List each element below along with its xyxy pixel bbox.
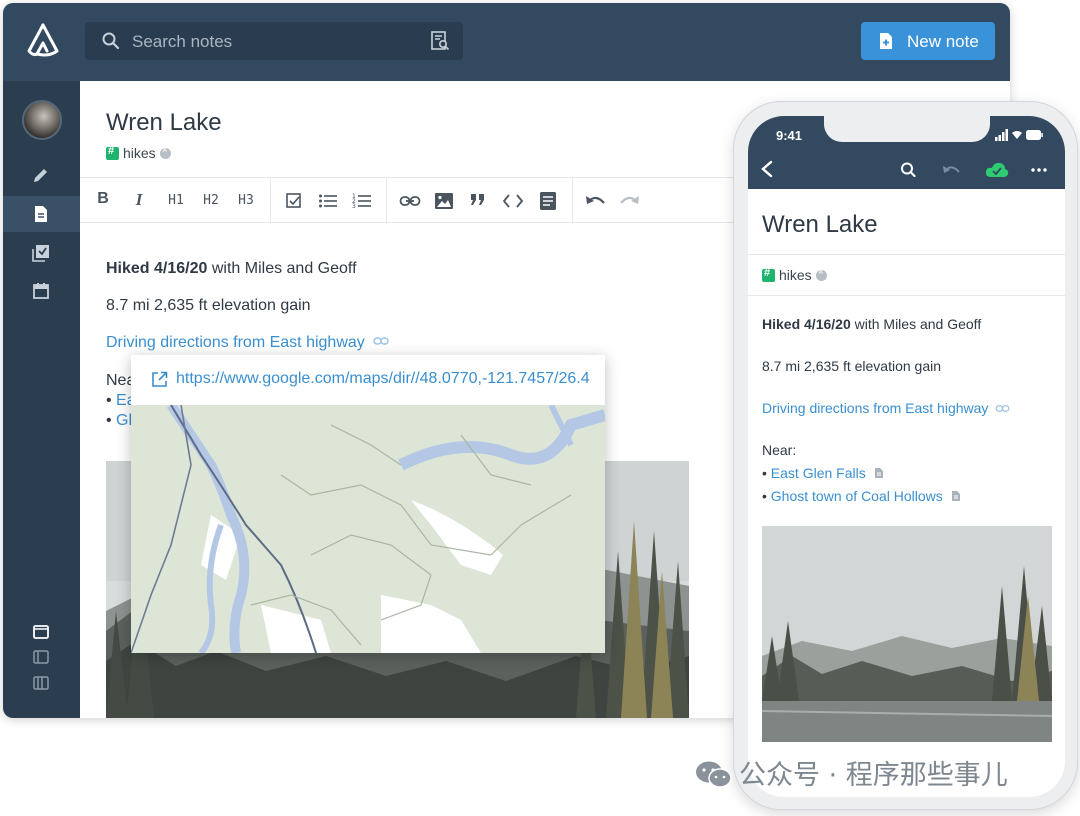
phone-lake-photo	[762, 526, 1052, 742]
watermark-text: 公众号 · 程序那些事儿	[739, 760, 1008, 791]
three-pane-icon	[33, 676, 49, 690]
new-note-icon	[880, 33, 892, 49]
tag-label: hikes	[123, 145, 156, 161]
heading3-button[interactable]: H3	[236, 193, 256, 215]
phone-undo-icon[interactable]	[942, 161, 962, 179]
note-embed-icon[interactable]	[539, 191, 557, 211]
tag-remove-icon[interactable]	[815, 267, 827, 281]
link-preview-header: https://www.google.com/maps/dir//48.0770…	[131, 355, 605, 405]
back-icon[interactable]	[760, 160, 774, 178]
svg-text:3: 3	[352, 203, 356, 210]
note-line-hiked: Hiked 4/16/20 with Miles and Geoff	[106, 260, 357, 278]
app-logo-icon[interactable]	[23, 21, 63, 61]
phone-hiked-date: Hiked 4/16/20	[762, 316, 851, 332]
toolbar-divider	[270, 178, 271, 224]
search-options-icon[interactable]	[429, 30, 451, 52]
tasks-icon	[32, 245, 49, 262]
new-note-label: New note	[907, 32, 979, 51]
new-note-button[interactable]: New note	[861, 22, 995, 60]
screenshot: Search notes New note Wren Lake #hikes× …	[0, 0, 1080, 816]
top-bar: Search notes New note	[3, 3, 1010, 81]
phone-notch	[824, 116, 990, 142]
phone-mockup: 9:41 Wren Lake #hikes× Hiked 4/16/20 wit…	[733, 101, 1078, 810]
heading2-button[interactable]: H2	[201, 193, 221, 215]
note-icon	[35, 206, 47, 222]
phone-near-item-2-text[interactable]: Ghost town of Coal Hollows	[771, 488, 943, 504]
link-icon[interactable]	[399, 192, 421, 210]
toolbar-divider	[386, 178, 387, 224]
sidebar	[3, 81, 80, 718]
map-preview[interactable]	[131, 405, 605, 653]
phone-near-item-2[interactable]: • Ghost town of Coal Hollows	[762, 488, 961, 504]
quote-icon[interactable]	[470, 193, 486, 207]
phone-note-title[interactable]: Wren Lake	[762, 211, 878, 239]
sidebar-item-compose[interactable]	[3, 157, 80, 193]
phone-line-hiked: Hiked 4/16/20 with Miles and Geoff	[762, 316, 981, 332]
divider	[748, 254, 1065, 255]
link-chain-icon	[995, 405, 1010, 412]
note-link-icon	[951, 491, 960, 501]
more-icon[interactable]	[1029, 161, 1049, 179]
checkbox-icon[interactable]	[285, 192, 303, 210]
phone-tag-chip[interactable]: hikes	[762, 267, 827, 283]
phone-screen: 9:41 Wren Lake #hikes× Hiked 4/16/20 wit…	[748, 116, 1065, 797]
phone-tag-label: hikes	[779, 267, 812, 283]
pencil-icon	[34, 169, 47, 182]
directions-link-text[interactable]: Driving directions from East highway	[106, 334, 365, 351]
bullet-list-icon[interactable]	[318, 192, 338, 210]
phone-directions-link-text[interactable]: Driving directions from East highway	[762, 400, 988, 416]
link-chain-icon	[373, 337, 389, 345]
bold-button[interactable]: B	[96, 190, 110, 212]
heading1-button[interactable]: H1	[166, 193, 186, 215]
calendar-icon	[33, 283, 49, 299]
avatar[interactable]	[22, 100, 62, 140]
note-title[interactable]: Wren Lake	[106, 109, 222, 137]
image-icon[interactable]	[434, 191, 454, 211]
divider	[748, 295, 1065, 296]
phone-near-item-1-text[interactable]: East Glen Falls	[771, 465, 866, 481]
phone-hiked-companions: with Miles and Geoff	[850, 316, 982, 332]
redo-icon[interactable]	[618, 193, 640, 209]
status-icons	[995, 129, 1043, 141]
phone-directions-link[interactable]: Driving directions from East highway	[762, 400, 1010, 416]
link-preview-popup: https://www.google.com/maps/dir//48.0770…	[131, 355, 605, 653]
sidebar-item-notes[interactable]	[3, 196, 80, 232]
hiked-date: Hiked 4/16/20	[106, 260, 208, 277]
note-line-distance: 8.7 mi 2,635 ft elevation gain	[106, 297, 311, 314]
tag-chip[interactable]: hikes	[106, 145, 171, 163]
sync-cloud-icon[interactable]	[985, 161, 1009, 179]
wechat-icon	[696, 761, 732, 788]
tag-remove-icon[interactable]	[159, 145, 171, 159]
directions-link[interactable]: Driving directions from East highway	[106, 334, 389, 352]
toolbar-divider	[572, 178, 573, 224]
tag-hash-icon	[762, 267, 775, 282]
link-preview-url[interactable]: https://www.google.com/maps/dir//48.0770…	[176, 370, 602, 388]
italic-button[interactable]: I	[132, 190, 146, 212]
layout-three-pane[interactable]	[3, 665, 80, 701]
search-input[interactable]: Search notes	[132, 32, 232, 52]
external-link-icon[interactable]	[151, 371, 168, 388]
phone-near-label: Near:	[762, 442, 797, 458]
phone-search-icon[interactable]	[899, 161, 919, 179]
sidebar-item-calendar[interactable]	[3, 273, 80, 309]
tag-hash-icon	[106, 145, 119, 160]
two-pane-icon	[33, 650, 49, 664]
hiked-companions: with Miles and Geoff	[207, 260, 357, 277]
search-box[interactable]: Search notes	[85, 22, 463, 60]
numbered-list-icon[interactable]: 123	[352, 192, 372, 210]
watermark: 公众号 · 程序那些事儿	[695, 753, 1008, 793]
code-icon[interactable]	[502, 192, 524, 210]
phone-line-distance: 8.7 mi 2,635 ft elevation gain	[762, 358, 942, 374]
phone-near-item-1[interactable]: • East Glen Falls	[762, 465, 884, 481]
search-icon	[102, 32, 120, 50]
phone-status-time: 9:41	[776, 128, 803, 143]
undo-icon[interactable]	[585, 193, 607, 209]
note-link-icon	[874, 468, 883, 478]
sidebar-item-tasks[interactable]	[3, 235, 80, 271]
phone-header: 9:41	[748, 116, 1065, 189]
